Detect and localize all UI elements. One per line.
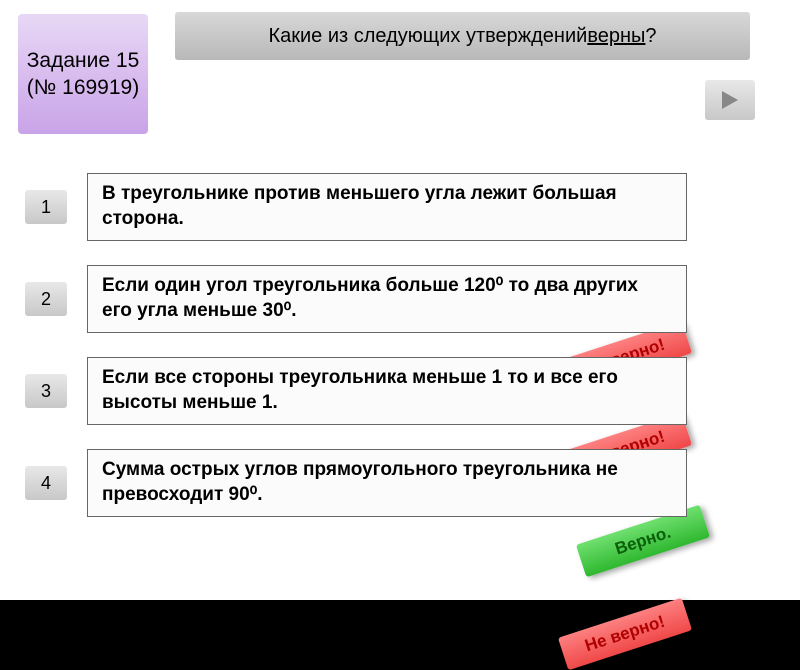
statement-row: 4 Сумма острых углов прямоугольного треу… — [25, 448, 687, 518]
statement-box-2: Если один угол треугольника больше 120⁰ … — [87, 265, 687, 332]
task-badge-text: Задание 15(№ 169919) — [27, 47, 140, 102]
statement-row: 3 Если все стороны треугольника меньше 1… — [25, 356, 687, 426]
statement-row: 1 В треугольнике против меньшего угла ле… — [25, 172, 687, 242]
num-label: 1 — [41, 197, 51, 218]
statement-text: Сумма острых углов прямоугольного треуго… — [102, 458, 672, 507]
num-label: 2 — [41, 289, 51, 310]
statement-number-4[interactable]: 4 — [25, 466, 67, 500]
question-prefix: Какие из следующих утверждений — [268, 25, 587, 48]
statement-text: Если один угол треугольника больше 120⁰ … — [102, 274, 672, 323]
result-stamp-4: Не верно! — [558, 598, 692, 670]
statement-number-3[interactable]: 3 — [25, 374, 67, 408]
statement-text: Если все стороны треугольника меньше 1 т… — [102, 366, 672, 415]
question-bar: Какие из следующих утверждений верны ? — [175, 12, 750, 60]
num-label: 3 — [41, 381, 51, 402]
num-label: 4 — [41, 473, 51, 494]
question-suffix: ? — [645, 25, 656, 48]
header-area: Задание 15(№ 169919) Какие из следующих … — [0, 0, 800, 160]
statement-row: 2 Если один угол треугольника больше 120… — [25, 264, 687, 334]
question-keyword: верны — [587, 25, 645, 48]
task-badge: Задание 15(№ 169919) — [18, 14, 148, 134]
stamp-label: Не верно! — [583, 612, 668, 657]
statement-number-2[interactable]: 2 — [25, 282, 67, 316]
statement-box-4: Сумма острых углов прямоугольного треуго… — [87, 449, 687, 516]
statement-number-1[interactable]: 1 — [25, 190, 67, 224]
next-button[interactable] — [705, 80, 755, 120]
statement-box-1: В треугольнике против меньшего угла лежи… — [87, 173, 687, 240]
play-icon — [720, 89, 740, 111]
statement-box-3: Если все стороны треугольника меньше 1 т… — [87, 357, 687, 424]
stamp-label: Верно. — [613, 523, 674, 560]
statements-area: 1 В треугольнике против меньшего угла ле… — [0, 160, 800, 600]
statement-text: В треугольнике против меньшего угла лежи… — [102, 182, 672, 231]
